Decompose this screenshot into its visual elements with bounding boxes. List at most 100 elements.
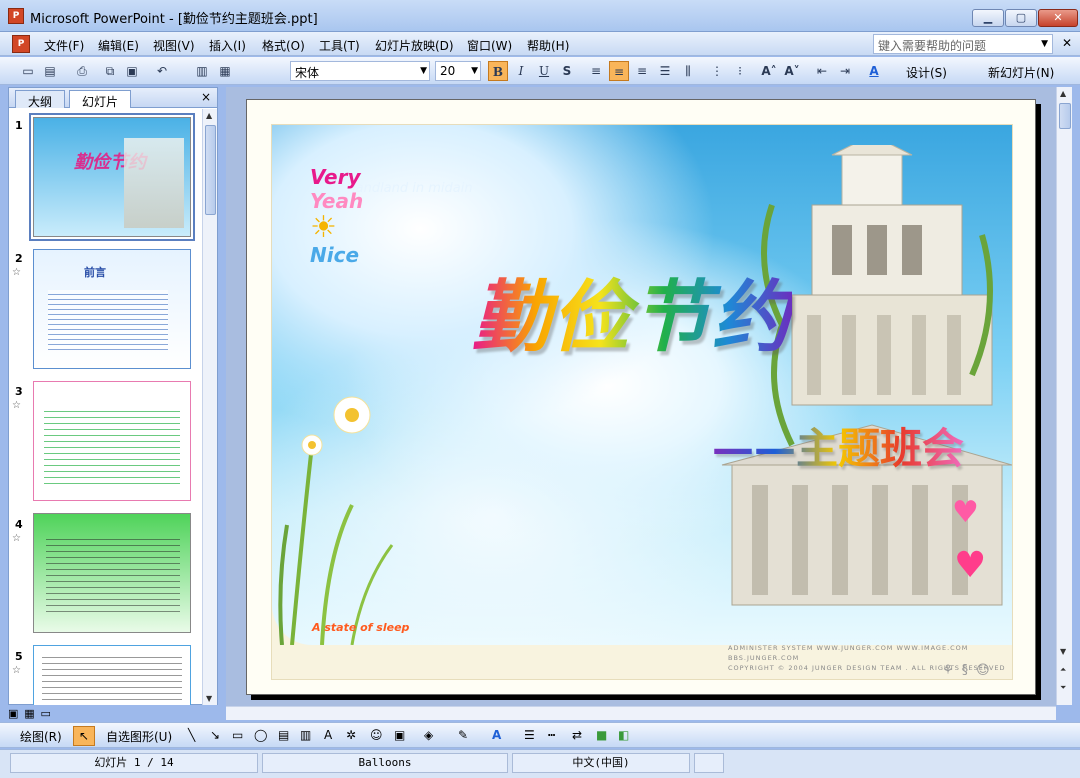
document-icon[interactable]: P bbox=[12, 35, 30, 53]
sticker-very-yeah-nice: Very Yeah ☀ Nice bbox=[310, 165, 370, 267]
3d-style-icon[interactable]: ◧ bbox=[618, 728, 629, 742]
menu-help[interactable]: 帮助(H) bbox=[527, 37, 569, 54]
font-size-select[interactable]: 20 ▼ bbox=[435, 61, 481, 81]
horizontal-scrollbar[interactable] bbox=[226, 706, 1056, 720]
menu-insert[interactable]: 插入(I) bbox=[209, 37, 246, 54]
menu-window[interactable]: 窗口(W) bbox=[467, 37, 512, 54]
justify-icon[interactable]: ☰ bbox=[655, 61, 675, 81]
chevron-down-icon[interactable]: ▼ bbox=[420, 66, 427, 76]
bulleted-list-icon[interactable]: ⁝ bbox=[730, 61, 750, 81]
menu-file[interactable]: 文件(F) bbox=[44, 37, 84, 54]
vertical-textbox-icon[interactable]: ▥ bbox=[300, 728, 311, 742]
paste-icon[interactable]: ▣ bbox=[122, 61, 142, 81]
picture-icon[interactable]: ▣ bbox=[394, 728, 405, 742]
slide-scrollbar[interactable]: ▲ ▼ ⏶ ⏷ bbox=[1056, 87, 1072, 705]
slide-canvas[interactable]: landland in midain Very Yeah ☀ Nice 勤俭节约… bbox=[246, 99, 1036, 695]
menu-view[interactable]: 视图(V) bbox=[153, 37, 195, 54]
draw-menu-button[interactable]: 绘图(R) bbox=[20, 728, 62, 745]
fill-color-icon[interactable]: ◈ bbox=[424, 728, 433, 742]
line-icon[interactable]: ╲ bbox=[188, 728, 195, 742]
copy-icon[interactable]: ⧉ bbox=[100, 61, 120, 81]
align-left-icon[interactable]: ≡ bbox=[586, 61, 606, 81]
next-slide-icon[interactable]: ⏷ bbox=[1060, 683, 1066, 693]
tab-outline[interactable]: 大纲 bbox=[15, 90, 66, 109]
thumbnail-list: 1 勤俭节约 2 ☆ 前言 3 ☆ 4 ☆ 5 ☆ bbox=[9, 109, 202, 705]
open-icon[interactable]: ▤ bbox=[40, 61, 60, 81]
scroll-down-icon[interactable]: ▼ bbox=[1060, 647, 1066, 656]
slide-thumbnail-3[interactable] bbox=[33, 381, 191, 501]
slide-subtitle[interactable]: ——主题班会 bbox=[712, 415, 964, 476]
thumbnail-scrollbar[interactable]: ▲ ▼ bbox=[202, 109, 217, 705]
increase-font-icon[interactable]: A˄ bbox=[759, 61, 779, 81]
tab-slides[interactable]: 幻灯片 bbox=[69, 90, 132, 109]
previous-slide-icon[interactable]: ⏶ bbox=[1060, 665, 1066, 675]
align-right-icon[interactable]: ≡ bbox=[632, 61, 652, 81]
close-button[interactable]: ✕ bbox=[1038, 9, 1078, 27]
bold-button[interactable]: B bbox=[488, 61, 508, 81]
scroll-thumb[interactable] bbox=[1059, 103, 1071, 129]
decrease-font-icon[interactable]: A˅ bbox=[782, 61, 802, 81]
normal-view-icon[interactable]: ▣ bbox=[8, 707, 18, 720]
numbered-list-icon[interactable]: ⋮ bbox=[707, 61, 727, 81]
help-search-input[interactable]: 键入需要帮助的问题 ▼ bbox=[873, 34, 1053, 54]
design-button[interactable]: 设计(S) bbox=[906, 64, 947, 81]
increase-indent-icon[interactable]: ⇥ bbox=[835, 61, 855, 81]
document-close-icon[interactable]: ✕ bbox=[1062, 36, 1072, 50]
table-icon[interactable]: ▦ bbox=[215, 61, 235, 81]
scroll-up-icon[interactable]: ▲ bbox=[1060, 89, 1066, 98]
toolbar: ▭ ▤ ⎙ ⧉ ▣ ↶ ▥ ▦ 宋体 ▼ 20 ▼ B I U S ≡ ≡ ≡ … bbox=[0, 57, 1080, 85]
font-select[interactable]: 宋体 ▼ bbox=[290, 61, 430, 81]
minimize-button[interactable]: ▁ bbox=[972, 9, 1004, 27]
slide-title[interactable]: 勤俭节约 bbox=[472, 255, 792, 367]
menu-format[interactable]: 格式(O) bbox=[262, 37, 305, 54]
slide-thumbnail-4[interactable] bbox=[33, 513, 191, 633]
menu-slideshow[interactable]: 幻灯片放映(D) bbox=[375, 37, 454, 54]
arrow-style-icon[interactable]: ⇄ bbox=[572, 728, 582, 742]
menu-edit[interactable]: 编辑(E) bbox=[98, 37, 139, 54]
align-center-icon[interactable]: ≡ bbox=[609, 61, 629, 81]
slide-sorter-icon[interactable]: ▦ bbox=[24, 707, 34, 720]
print-icon[interactable]: ⎙ bbox=[72, 61, 92, 81]
scroll-up-icon[interactable]: ▲ bbox=[206, 111, 212, 120]
shadow-button[interactable]: S bbox=[557, 61, 577, 81]
clipart-icon[interactable]: ☺ bbox=[370, 728, 383, 742]
chart-icon[interactable]: ▥ bbox=[192, 61, 212, 81]
diagram-icon[interactable]: ✲ bbox=[346, 728, 356, 742]
arrow-icon[interactable]: ↘ bbox=[210, 728, 220, 742]
textbox-icon[interactable]: ▤ bbox=[278, 728, 289, 742]
oval-icon[interactable]: ◯ bbox=[254, 728, 267, 742]
slideshow-view-icon[interactable]: ▭ bbox=[40, 707, 50, 720]
decrease-indent-icon[interactable]: ⇤ bbox=[812, 61, 832, 81]
chevron-down-icon[interactable]: ▼ bbox=[1041, 39, 1048, 49]
font-color-icon[interactable]: A bbox=[492, 728, 501, 742]
menu-tools[interactable]: 工具(T) bbox=[319, 37, 360, 54]
new-document-icon[interactable]: ▭ bbox=[18, 61, 38, 81]
slide-thumbnail-1[interactable]: 勤俭节约 bbox=[29, 113, 195, 241]
rectangle-icon[interactable]: ▭ bbox=[232, 728, 243, 742]
new-slide-button[interactable]: 新幻灯片(N) bbox=[988, 64, 1054, 81]
scroll-thumb[interactable] bbox=[205, 125, 216, 215]
design-template-name: Balloons bbox=[262, 753, 508, 773]
thumbnail-number: 1 bbox=[15, 119, 23, 132]
grass-flower-image bbox=[278, 396, 394, 645]
slide-thumbnail-2[interactable]: 前言 bbox=[33, 249, 191, 369]
scroll-down-icon[interactable]: ▼ bbox=[206, 694, 212, 703]
thumbnail-number: 3 bbox=[15, 385, 23, 398]
autoshapes-button[interactable]: 自选图形(U) bbox=[106, 728, 172, 745]
italic-button[interactable]: I bbox=[511, 61, 531, 81]
line-color-icon[interactable]: ✎ bbox=[458, 728, 468, 742]
line-style-icon[interactable]: ☰ bbox=[524, 728, 535, 742]
dash-style-icon[interactable]: ┅ bbox=[548, 728, 555, 742]
select-cursor-icon[interactable]: ↖ bbox=[73, 726, 95, 746]
chevron-down-icon[interactable]: ▼ bbox=[471, 66, 478, 76]
undo-icon[interactable]: ↶ bbox=[152, 61, 172, 81]
maximize-button[interactable]: ▢ bbox=[1005, 9, 1037, 27]
slide-thumbnail-5[interactable] bbox=[33, 645, 191, 705]
shadow-style-icon[interactable]: ■ bbox=[596, 728, 607, 742]
font-color-button[interactable]: A bbox=[864, 61, 884, 81]
wordart-icon[interactable]: A bbox=[324, 728, 332, 742]
close-icon[interactable]: × bbox=[201, 90, 211, 104]
underline-button[interactable]: U bbox=[534, 61, 554, 81]
distribute-icon[interactable]: ⫼ bbox=[678, 61, 698, 81]
thumbnail-text-block bbox=[44, 406, 180, 486]
